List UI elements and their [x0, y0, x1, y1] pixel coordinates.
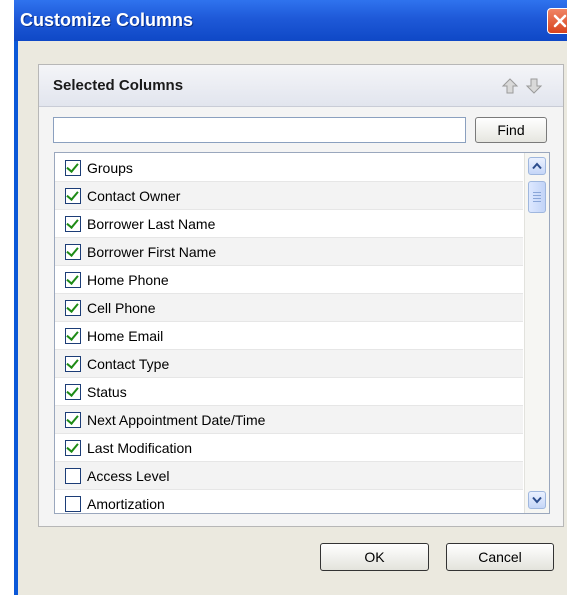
checkbox-checked[interactable] — [65, 383, 81, 400]
scroll-up-button[interactable] — [528, 157, 546, 175]
cancel-button[interactable]: Cancel — [446, 543, 554, 571]
list-item-label: Next Appointment Date/Time — [87, 411, 266, 428]
checkbox-checked[interactable] — [65, 215, 81, 232]
scroll-thumb[interactable] — [528, 181, 546, 213]
list-item-label: Contact Owner — [87, 187, 181, 204]
checkbox-unchecked[interactable] — [65, 467, 81, 484]
move-down-icon[interactable] — [525, 77, 543, 95]
scroll-down-button[interactable] — [528, 491, 546, 509]
list-item[interactable]: Contact Owner — [55, 182, 523, 210]
checkbox-checked[interactable] — [65, 327, 81, 344]
list-item-label: Borrower First Name — [87, 243, 217, 260]
list-item-label: Groups — [87, 159, 133, 176]
grip-icon — [533, 192, 541, 202]
columns-list[interactable]: Groups Contact Owner Borrower Last Name Bor… — [54, 152, 550, 514]
list-item-label: Access Level — [87, 467, 170, 484]
list-item[interactable]: Contact Type — [55, 350, 523, 378]
list-item[interactable]: Groups — [55, 154, 523, 182]
move-up-icon[interactable] — [501, 77, 519, 95]
list-item[interactable]: Home Phone — [55, 266, 523, 294]
chevron-up-icon — [532, 162, 542, 170]
list-item[interactable]: Borrower Last Name — [55, 210, 523, 238]
close-button[interactable] — [547, 8, 567, 34]
list-item-label: Last Modification — [87, 439, 193, 456]
list-item[interactable]: Cell Phone — [55, 294, 523, 322]
checkbox-checked[interactable] — [65, 187, 81, 204]
checkbox-unchecked[interactable] — [65, 495, 81, 512]
search-input[interactable] — [53, 117, 466, 143]
list-item-label: Cell Phone — [87, 299, 156, 316]
checkbox-checked[interactable] — [65, 299, 81, 316]
title-bar[interactable]: Customize Columns — [14, 0, 567, 41]
checkbox-checked[interactable] — [65, 159, 81, 176]
list-item[interactable]: Home Email — [55, 322, 523, 350]
panel-title: Selected Columns — [53, 77, 184, 94]
list-item-label: Status — [87, 383, 127, 400]
list-item-label: Borrower Last Name — [87, 215, 216, 232]
vertical-scrollbar[interactable] — [524, 153, 549, 513]
panel-header: Selected Columns — [39, 65, 563, 107]
checkbox-checked[interactable] — [65, 271, 81, 288]
close-icon — [553, 14, 567, 28]
list-item[interactable]: Borrower First Name — [55, 238, 523, 266]
list-item[interactable]: Status — [55, 378, 523, 406]
list-item[interactable]: Next Appointment Date/Time — [55, 406, 523, 434]
list-item-label: Amortization — [87, 495, 165, 512]
checkbox-checked[interactable] — [65, 439, 81, 456]
checkbox-checked[interactable] — [65, 411, 81, 428]
checkbox-checked[interactable] — [65, 243, 81, 260]
list-item-label: Home Phone — [87, 271, 169, 288]
chevron-down-icon — [532, 496, 542, 504]
list-item-label: Contact Type — [87, 355, 170, 372]
ok-button[interactable]: OK — [320, 543, 429, 571]
list-item[interactable]: Amortization — [55, 490, 523, 513]
checkbox-checked[interactable] — [65, 355, 81, 372]
dialog-title: Customize Columns — [20, 10, 194, 30]
list-item[interactable]: Access Level — [55, 462, 523, 490]
find-button[interactable]: Find — [475, 117, 547, 143]
list-item[interactable]: Last Modification — [55, 434, 523, 462]
list-item-label: Home Email — [87, 327, 164, 344]
